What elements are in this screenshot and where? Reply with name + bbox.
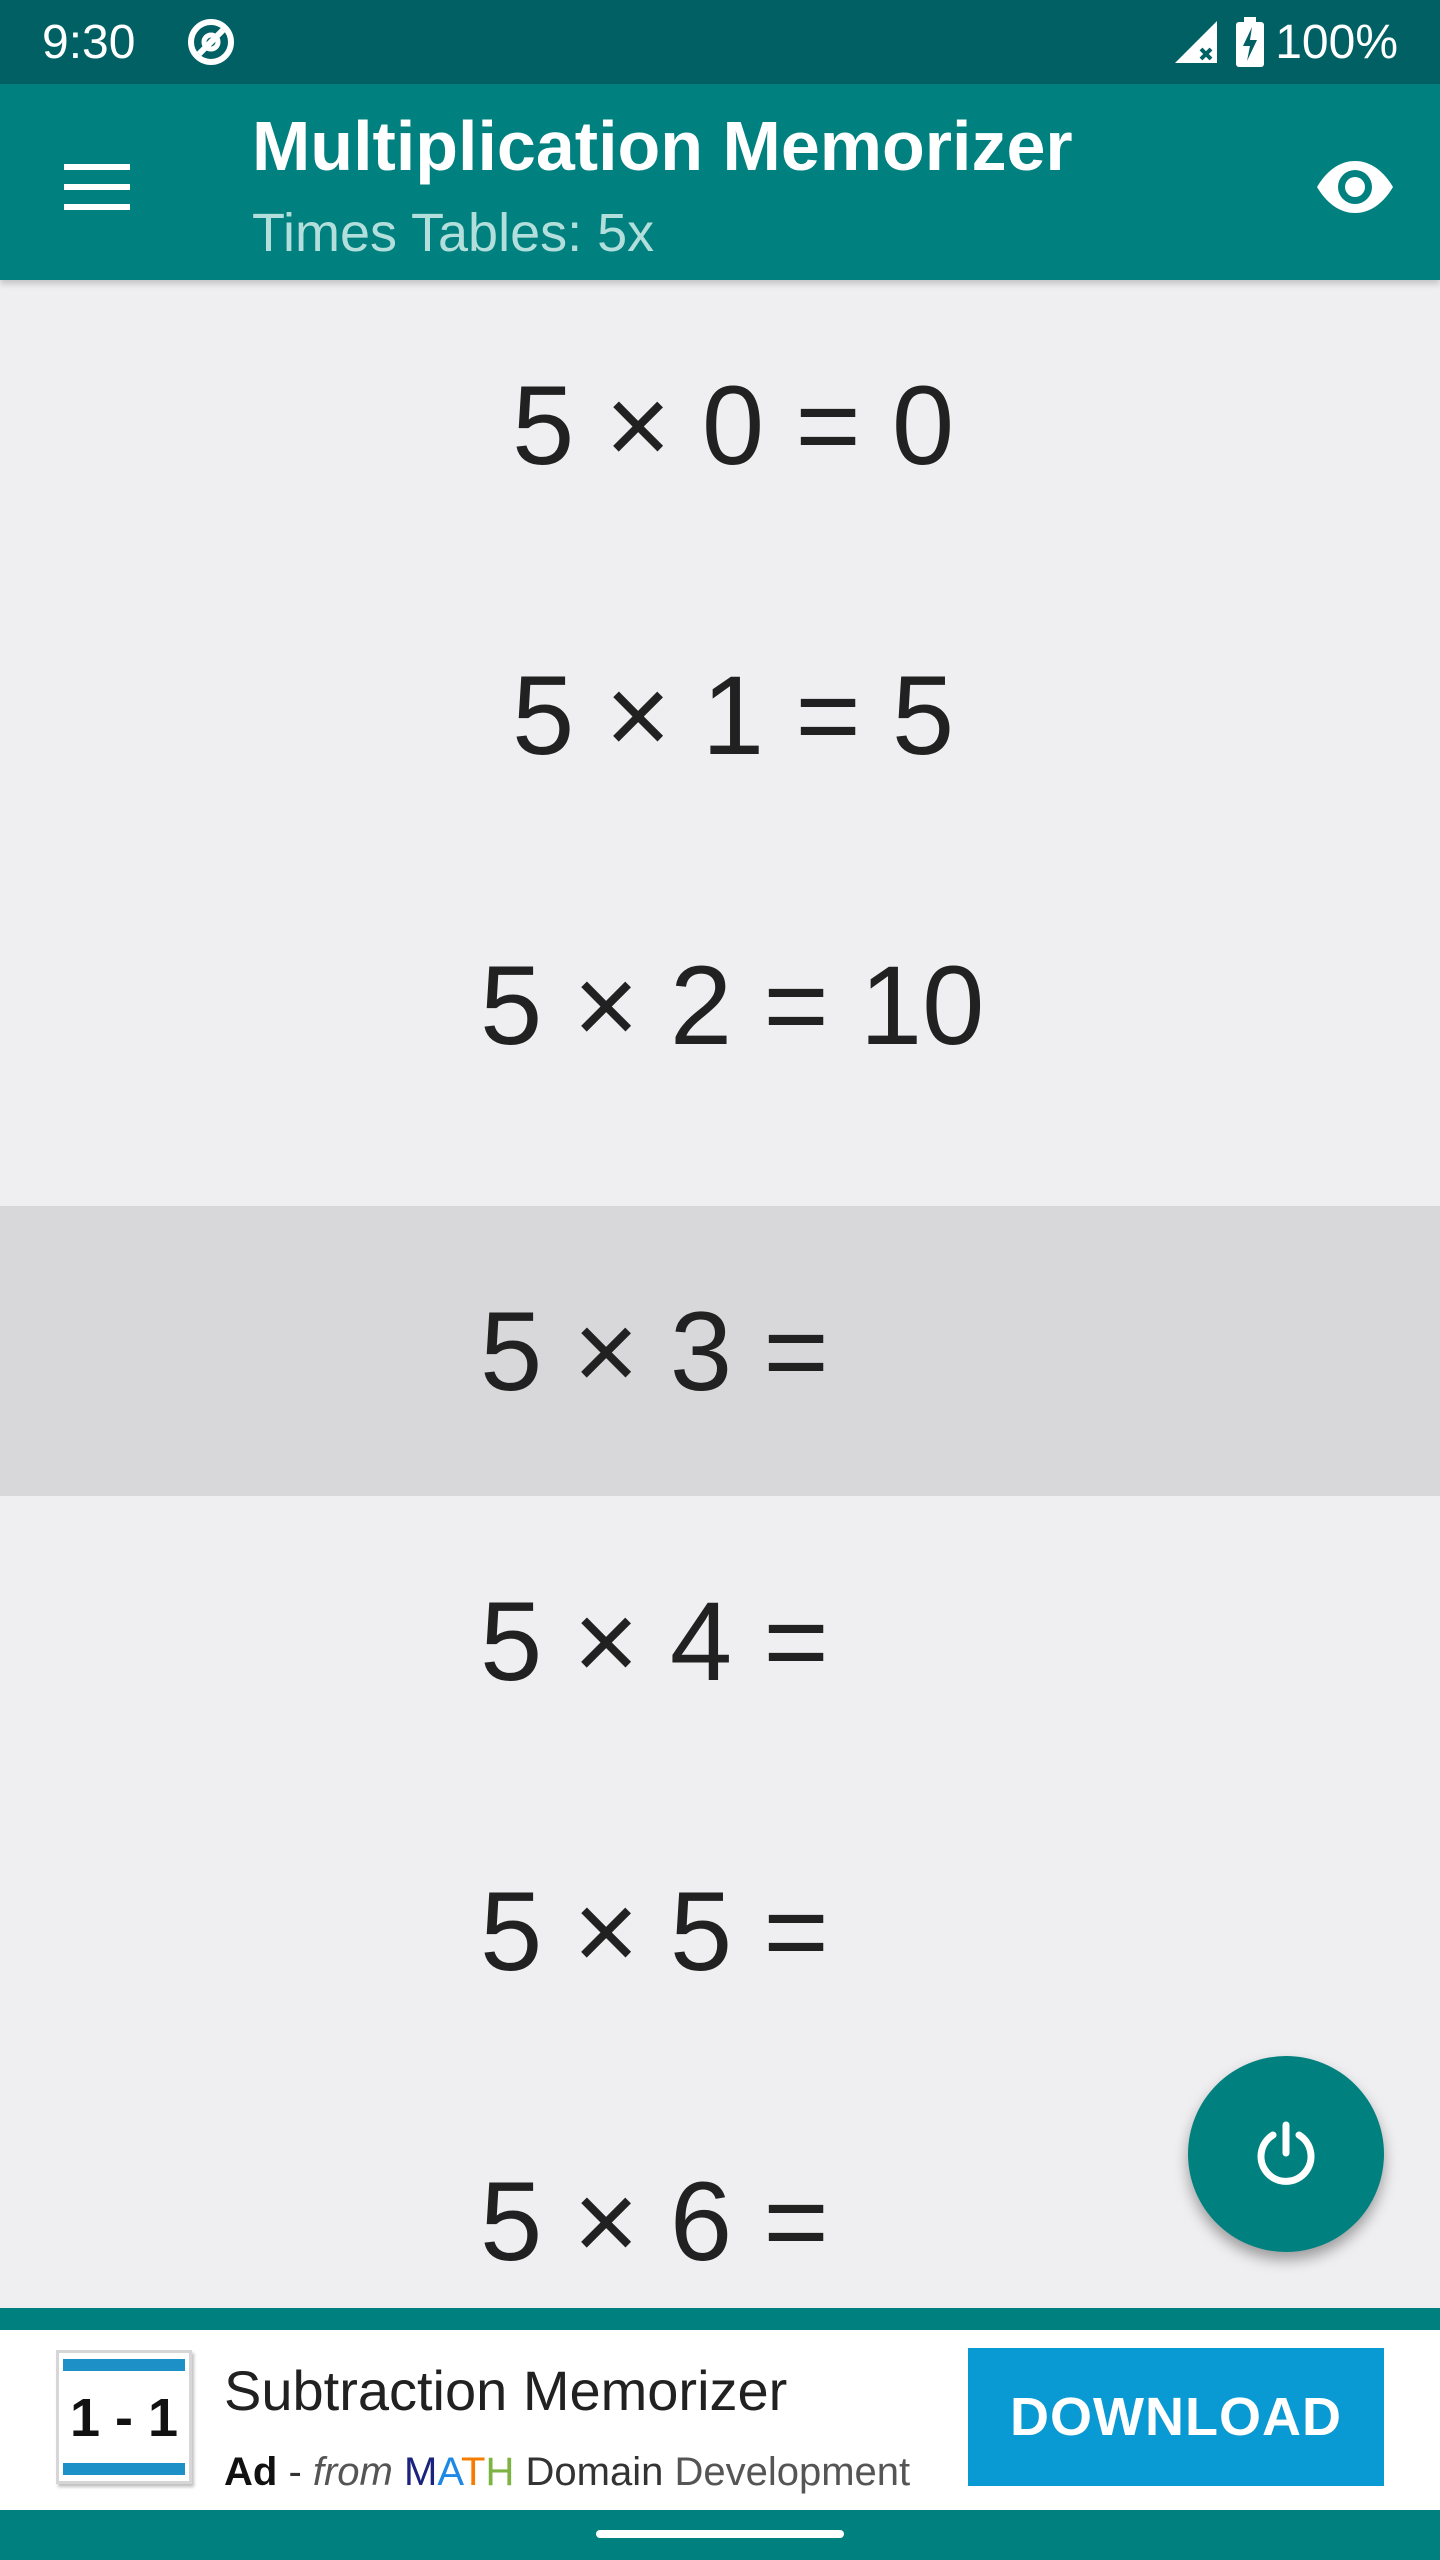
show-answers-button[interactable] [1300, 132, 1410, 242]
fact-row[interactable]: 5 × 0 = 0 [0, 280, 1440, 570]
power-icon [1257, 2121, 1315, 2185]
ad-thumbnail-text: 1 - 1 [69, 2388, 179, 2448]
fact-row-selected[interactable]: 5 × 3 = [0, 1206, 1440, 1496]
ad-label: Ad [224, 2450, 278, 2494]
app-title: Multiplication Memorizer [252, 107, 1073, 185]
ad-from: from [312, 2450, 393, 2494]
fact-text: 5 × 3 = [480, 1288, 829, 1414]
signal-icon [1171, 17, 1221, 67]
brand-letter: T [461, 2450, 486, 2494]
battery-percent: 100% [1275, 15, 1398, 69]
brand-domain: Domain [525, 2450, 664, 2494]
fact-row[interactable]: 5 × 2 = 10 [0, 860, 1440, 1150]
ad-attribution: Ad - from MATH Domain Development [224, 2450, 910, 2495]
ad-separator: - [277, 2450, 313, 2494]
fact-text: 5 × 4 = [480, 1578, 829, 1704]
sync-icon [185, 16, 237, 68]
status-time: 9:30 [42, 15, 136, 69]
fact-text: 5 × 0 = 0 [512, 362, 955, 488]
menu-button[interactable] [52, 142, 142, 232]
menu-icon [64, 164, 130, 210]
fact-text: 5 × 5 = [480, 1868, 829, 1994]
fact-text: 5 × 2 = 10 [480, 942, 985, 1068]
eye-icon [1317, 161, 1393, 213]
facts-list[interactable]: 5 × 0 = 0 5 × 1 = 5 5 × 2 = 10 5 × 3 = 5… [0, 280, 1440, 2308]
fact-row[interactable]: 5 × 5 = [0, 1786, 1440, 2076]
app-subtitle: Times Tables: 5x [252, 203, 655, 263]
app-bar: Multiplication Memorizer Times Tables: 5… [0, 84, 1440, 280]
power-fab-button[interactable] [1188, 2056, 1384, 2252]
brand-development: Development [674, 2450, 911, 2494]
home-gesture-handle[interactable] [596, 2530, 844, 2538]
ad-title[interactable]: Subtraction Memorizer [224, 2358, 787, 2423]
fact-row[interactable]: 5 × 4 = [0, 1496, 1440, 1786]
fact-text: 5 × 1 = 5 [512, 652, 955, 778]
brand-letter: A [437, 2450, 462, 2494]
fact-row[interactable]: 5 × 1 = 5 [0, 570, 1440, 860]
brand-letter: M [404, 2450, 438, 2494]
battery-charging-icon [1235, 17, 1265, 67]
fact-text: 5 × 6 = [480, 2158, 829, 2284]
status-bar: 9:30 100% [0, 0, 1440, 84]
download-button[interactable]: DOWNLOAD [968, 2348, 1384, 2486]
brand-letter: H [485, 2450, 515, 2494]
ad-app-thumbnail[interactable]: 1 - 1 [56, 2350, 192, 2484]
ad-divider [0, 2308, 1440, 2330]
